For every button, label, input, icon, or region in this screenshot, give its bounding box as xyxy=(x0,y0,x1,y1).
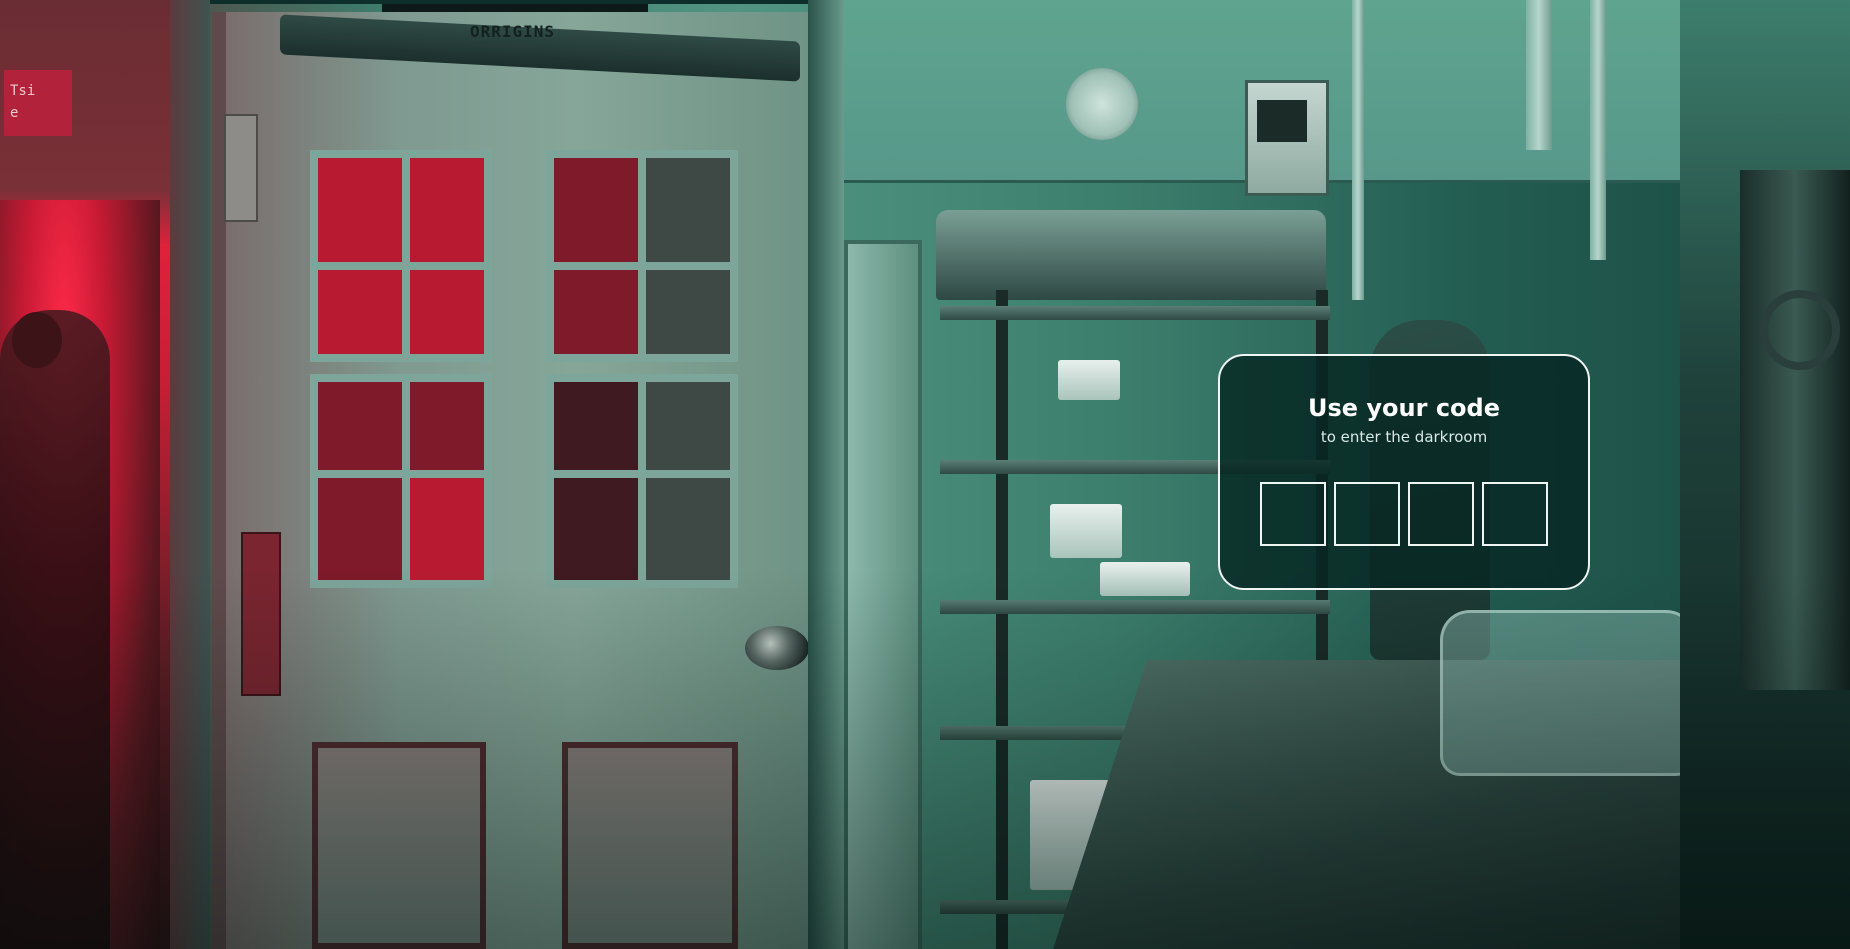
wall-clock xyxy=(1066,68,1138,140)
window-pane xyxy=(402,262,492,362)
door-frame-left xyxy=(170,0,210,949)
wall-sign-text: Tsi e xyxy=(10,80,35,124)
window-pane xyxy=(402,150,492,270)
electrical-panel-display xyxy=(1257,100,1307,142)
door-lock-plate xyxy=(241,532,281,696)
shelf-board xyxy=(940,306,1330,320)
window-pane xyxy=(546,470,646,588)
supply-box xyxy=(1050,504,1122,558)
glass-jar xyxy=(1440,610,1696,776)
door-closer-label: ORRIGINS xyxy=(470,22,556,41)
wall-sign-line: Tsi xyxy=(10,83,36,99)
processing-machine xyxy=(936,210,1326,300)
supply-box xyxy=(1058,360,1120,400)
window-pane xyxy=(546,150,646,270)
wall-sign: Tsi e xyxy=(4,70,72,136)
wall-pipe xyxy=(1590,0,1606,260)
code-entry-title: Use your code xyxy=(1308,394,1500,422)
door-hinge xyxy=(224,114,258,222)
side-doorway xyxy=(844,240,922,949)
shelf-board xyxy=(940,600,1330,614)
shelf-post xyxy=(996,290,1008,949)
code-digit-1-input[interactable] xyxy=(1260,482,1326,546)
code-digit-2-input[interactable] xyxy=(1334,482,1400,546)
photo-enlarger xyxy=(1740,170,1850,690)
window-pane xyxy=(546,374,646,478)
code-digit-4-input[interactable] xyxy=(1482,482,1548,546)
code-digit-3-input[interactable] xyxy=(1408,482,1474,546)
door-knob xyxy=(745,626,809,670)
wall-pipe xyxy=(1526,0,1552,150)
window-pane xyxy=(402,374,492,478)
person-head-left xyxy=(12,312,62,368)
window-pane xyxy=(310,262,410,362)
person-silhouette-left xyxy=(0,310,110,949)
door-lower-panel xyxy=(312,742,486,949)
window-pane xyxy=(638,470,738,588)
window-pane xyxy=(546,262,646,362)
wall-pipe xyxy=(1352,0,1364,300)
code-digit-group xyxy=(1260,482,1552,546)
window-pane xyxy=(310,374,410,478)
window-pane xyxy=(402,470,492,588)
window-pane xyxy=(638,150,738,270)
supply-box xyxy=(1100,562,1190,596)
door-frame-right xyxy=(808,0,844,949)
enlarger-wheel xyxy=(1760,290,1840,370)
window-pane xyxy=(638,262,738,362)
wall-sign-line: e xyxy=(10,105,19,121)
code-entry-dialog: Use your code to enter the darkroom xyxy=(1218,354,1590,590)
code-entry-subtitle: to enter the darkroom xyxy=(1320,428,1488,446)
window-pane xyxy=(310,470,410,588)
window-pane xyxy=(310,150,410,270)
door-lower-panel xyxy=(562,742,738,949)
window-pane xyxy=(638,374,738,478)
